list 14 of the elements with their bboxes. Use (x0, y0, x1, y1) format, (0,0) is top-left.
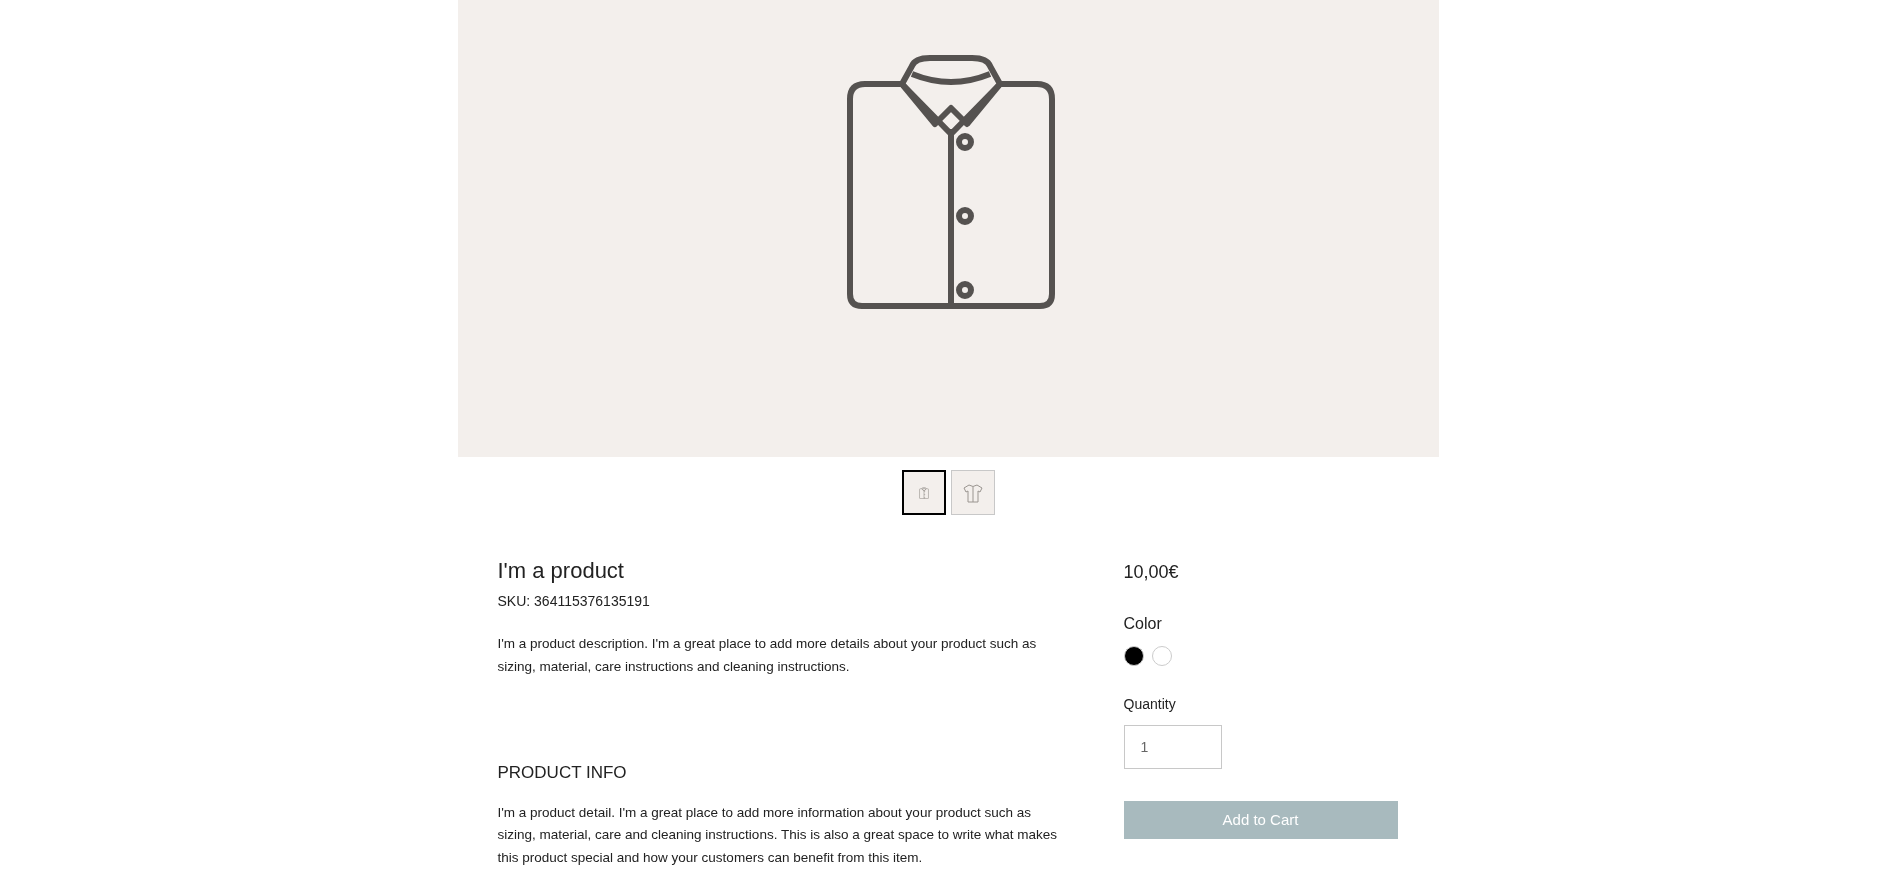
thumbnail[interactable] (901, 470, 946, 515)
product-info-text: I'm a product detail. I'm a great place to add more information about your product such as sizing, material, care and cleaning instructions. This is also a great space to write what makes this product special and how your customers can benefit from this item. (497, 803, 1058, 867)
quantity-label: Quantity (1123, 695, 1177, 714)
color-swatch[interactable] (1123, 646, 1144, 666)
color-label: Color (1123, 614, 1163, 634)
product-description: I'm a product description. I'm a great place to add more details about your product such as sizing, material, care instructions and cleaning instructions. (497, 635, 1038, 676)
section-heading: PRODUCT INFO (497, 762, 628, 784)
shirt-icon (918, 486, 929, 499)
tshirt-icon (961, 482, 984, 503)
product-title: I'm a product (497, 557, 625, 585)
quantity-field[interactable]: 1 (1123, 725, 1222, 769)
sku-text: SKU: 364115376135191 (497, 592, 651, 611)
price: 10,00€ (1123, 561, 1180, 584)
color-swatch[interactable] (1151, 646, 1172, 666)
